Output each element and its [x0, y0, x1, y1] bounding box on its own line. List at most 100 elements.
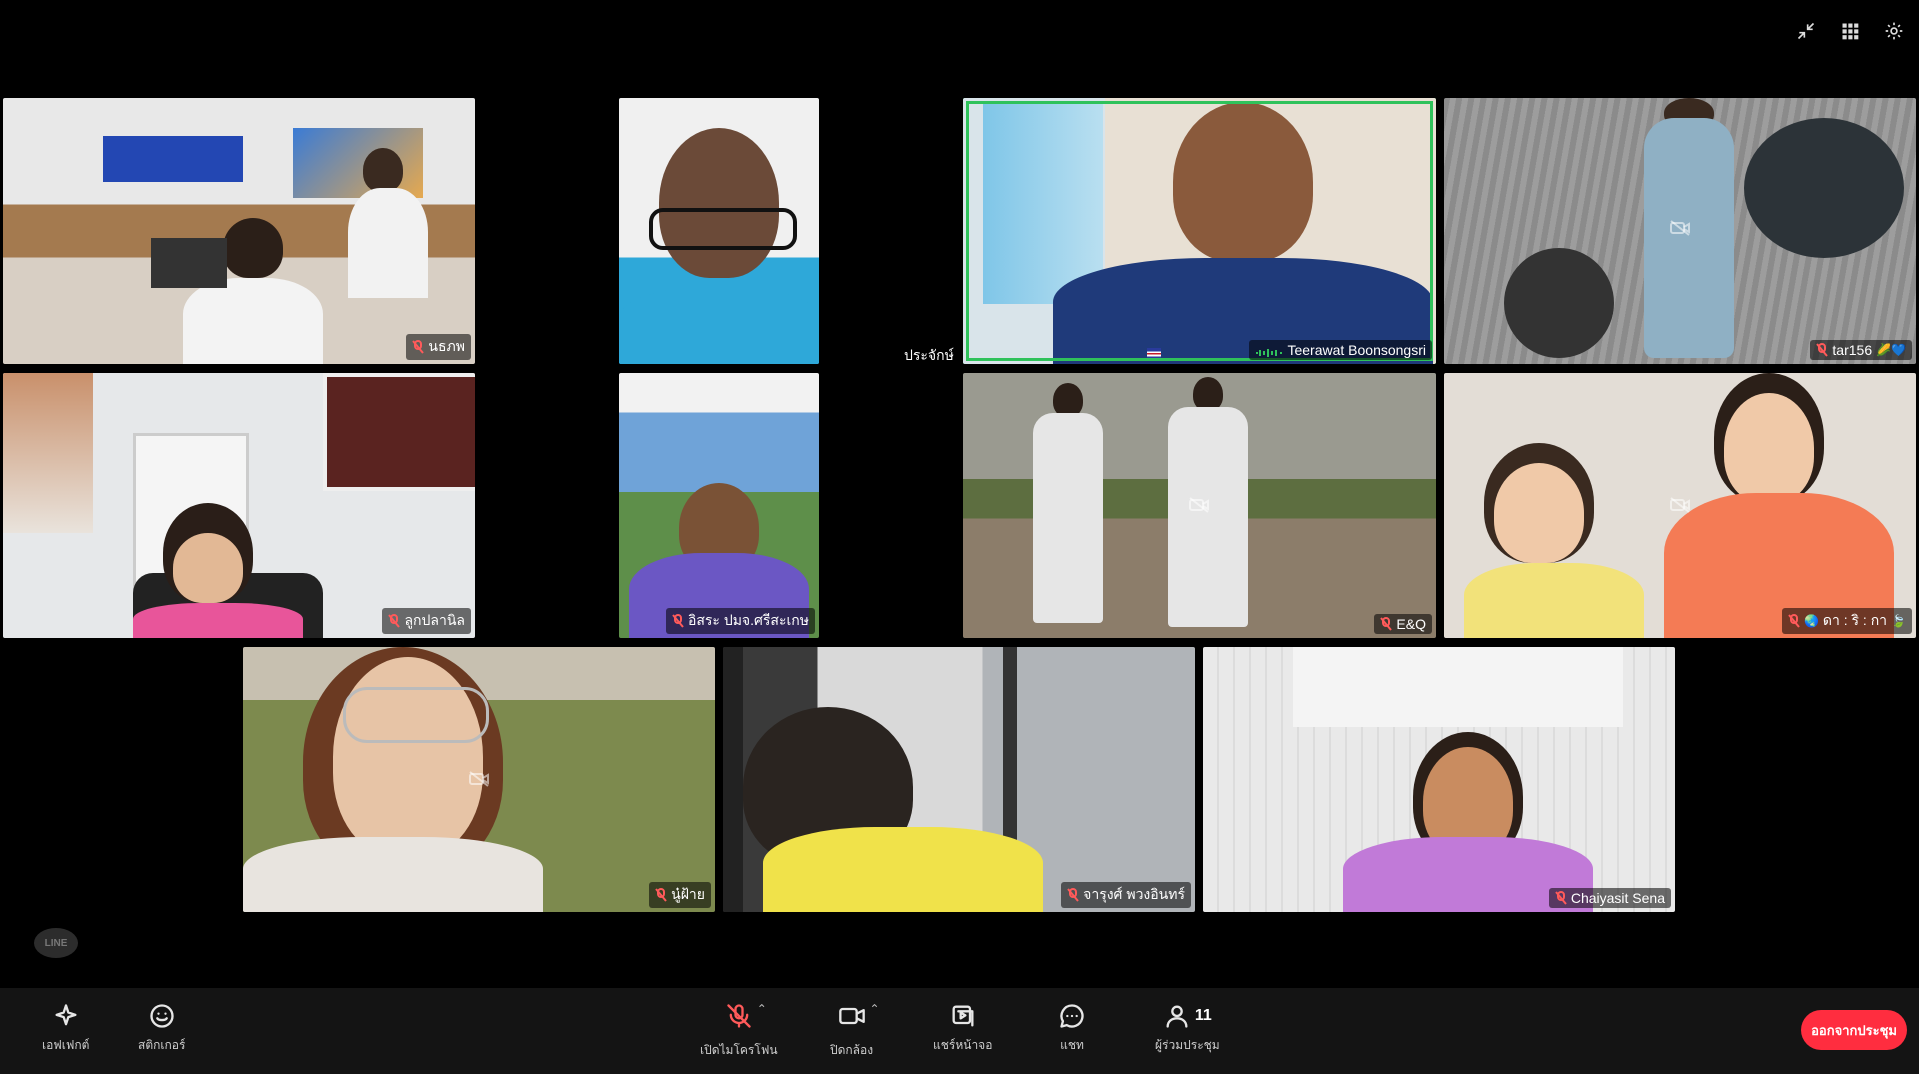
participant-nametag: อิสระ ปมจ.ศรีสะเกษ: [665, 608, 815, 634]
video-tile-3[interactable]: Teerawat Boonsongsri: [963, 98, 1436, 364]
participant-body: [1033, 413, 1103, 623]
video-tile-9[interactable]: นู๋ฝ้าย: [243, 647, 715, 912]
wall-sign: [1293, 647, 1623, 727]
participant-body: [763, 827, 1043, 912]
thai-flag-badge: [1147, 348, 1161, 358]
video-tile-5[interactable]: ลูกปลานิล: [3, 373, 475, 638]
settings-gear-icon[interactable]: [1883, 20, 1905, 42]
camera-off-icon: [1670, 497, 1690, 513]
participant-body: [133, 603, 303, 638]
chevron-up-icon[interactable]: ⌃: [757, 1002, 767, 1016]
participant-nametag: นู๋ฝ้าย: [649, 882, 711, 908]
participant-body: [348, 188, 428, 298]
video-tile-8[interactable]: 🌏 ดา : ริ : กา 🍃: [1444, 373, 1916, 638]
wall-banner: [103, 136, 243, 182]
participant-nametag: ลูกปลานิล: [382, 608, 471, 634]
participant-head: [223, 218, 283, 278]
globe-emoji-icon: 🌏: [1803, 614, 1819, 628]
participants-button[interactable]: 11 ผู้ร่วมประชุม: [1155, 1002, 1220, 1055]
mic-off-icon: [1816, 343, 1829, 357]
participant-nametag: นธภพ: [406, 334, 471, 360]
laptop: [151, 238, 227, 288]
participant-body: [243, 837, 543, 912]
audio-level-icon: [1255, 345, 1283, 357]
participant-name: จารุงศ์ พวงอินทร์: [1083, 886, 1185, 902]
participant-nametag: Teerawat Boonsongsri: [1249, 340, 1432, 360]
participant-name: Chaiyasit Sena: [1570, 890, 1665, 906]
mic-off-icon: [1067, 888, 1079, 902]
meeting-toolbar: เอฟเฟกต์ สติกเกอร์ ⌃ เปิดไมโครโฟน ⌃ ปิดก…: [0, 988, 1919, 1074]
participant-nametag: จารุงศ์ พวงอินทร์: [1061, 882, 1191, 908]
camera-label: ปิดกล้อง: [830, 1043, 874, 1057]
chevron-up-icon[interactable]: ⌃: [869, 1002, 879, 1016]
participant-head: [659, 128, 779, 278]
participant-head: [1193, 377, 1223, 411]
eyeglasses: [343, 687, 489, 743]
participant-name: tar156: [1832, 342, 1873, 358]
share-screen-label: แชร์หน้าจอ: [933, 1038, 993, 1052]
share-screen-icon: [952, 1005, 974, 1027]
wall-poster: [293, 128, 423, 198]
person-icon: [1166, 1005, 1188, 1028]
wall-calendar: [3, 373, 93, 533]
stickers-button[interactable]: สติกเกอร์: [138, 1002, 185, 1055]
camera-off-icon: [1670, 220, 1690, 236]
participant-body: [183, 278, 323, 364]
participant-face: [1724, 393, 1814, 503]
participant-head: [1173, 102, 1313, 262]
mic-off-icon: [1555, 891, 1567, 905]
participant-nametag: 🌏 ดา : ริ : กา 🍃: [1781, 608, 1912, 634]
video-tile-10[interactable]: จารุงศ์ พวงอินทร์: [723, 647, 1195, 912]
video-tile-2[interactable]: [619, 98, 819, 364]
participant-nametag: tar156 🌽💙: [1810, 340, 1912, 360]
top-controls: [1795, 20, 1905, 42]
participant-face: [173, 533, 243, 603]
mic-off-icon: [727, 1004, 751, 1028]
mic-off-icon: [1788, 614, 1800, 628]
participant-body: [1644, 118, 1734, 358]
participant-name: E&Q: [1396, 616, 1426, 632]
participant-name: นธภพ: [428, 338, 465, 354]
mic-off-icon: [672, 614, 684, 628]
emoji-icon: 🌽💙: [1876, 343, 1906, 357]
minimize-icon[interactable]: [1795, 20, 1817, 42]
mic-off-icon: [412, 340, 425, 354]
participant-face: [1494, 463, 1584, 563]
participant-floating-name: ประจักษ์: [904, 347, 954, 363]
microphone-label: เปิดไมโครโฟน: [700, 1043, 778, 1057]
smile-icon: [150, 1004, 174, 1028]
camera-off-icon: [469, 771, 489, 787]
window-frame: [723, 647, 743, 912]
leave-meeting-button[interactable]: ออกจากประชุม: [1801, 1010, 1907, 1050]
participant-nametag: E&Q: [1374, 614, 1432, 634]
video-tile-4[interactable]: tar156 🌽💙: [1444, 98, 1916, 364]
round-object: [1504, 248, 1614, 358]
share-screen-button[interactable]: แชร์หน้าจอ: [933, 1002, 992, 1055]
video-tile-1[interactable]: นธภพ: [3, 98, 475, 364]
chat-button[interactable]: แชท: [1058, 1002, 1086, 1055]
video-tile-11[interactable]: Chaiyasit Sena: [1203, 647, 1675, 912]
microphone-button[interactable]: ⌃ เปิดไมโครโฟน: [700, 1002, 778, 1060]
video-tile-6[interactable]: อิสระ ปมจ.ศรีสะเกษ: [619, 373, 819, 638]
participant-body: [1168, 407, 1248, 627]
mic-off-icon: [388, 614, 401, 628]
participant-name: ลูกปลานิล: [404, 612, 465, 628]
grid-layout-icon[interactable]: [1839, 20, 1861, 42]
camera-button[interactable]: ⌃ ปิดกล้อง: [830, 1002, 880, 1060]
chat-bubble-icon: [1060, 1004, 1084, 1028]
video-camera-icon: [838, 1007, 865, 1025]
effects-button[interactable]: เอฟเฟกต์: [42, 1002, 89, 1055]
participant-name: นู๋ฝ้าย: [671, 886, 705, 902]
stickers-label: สติกเกอร์: [138, 1038, 186, 1052]
sparkle-icon: [55, 1004, 77, 1026]
participant-nametag: Chaiyasit Sena: [1548, 888, 1671, 908]
participant-name: ดา : ริ : กา: [1822, 612, 1888, 628]
eyeglasses: [649, 208, 797, 250]
participant-name: Teerawat Boonsongsri: [1287, 342, 1426, 358]
participant-name: อิสระ ปมจ.ศรีสะเกษ: [687, 612, 809, 628]
video-tile-7[interactable]: E&Q: [963, 373, 1436, 638]
participant-body: [619, 288, 819, 364]
participant-head: [1053, 383, 1083, 417]
round-object: [1744, 118, 1904, 258]
camera-off-icon: [1189, 497, 1209, 513]
